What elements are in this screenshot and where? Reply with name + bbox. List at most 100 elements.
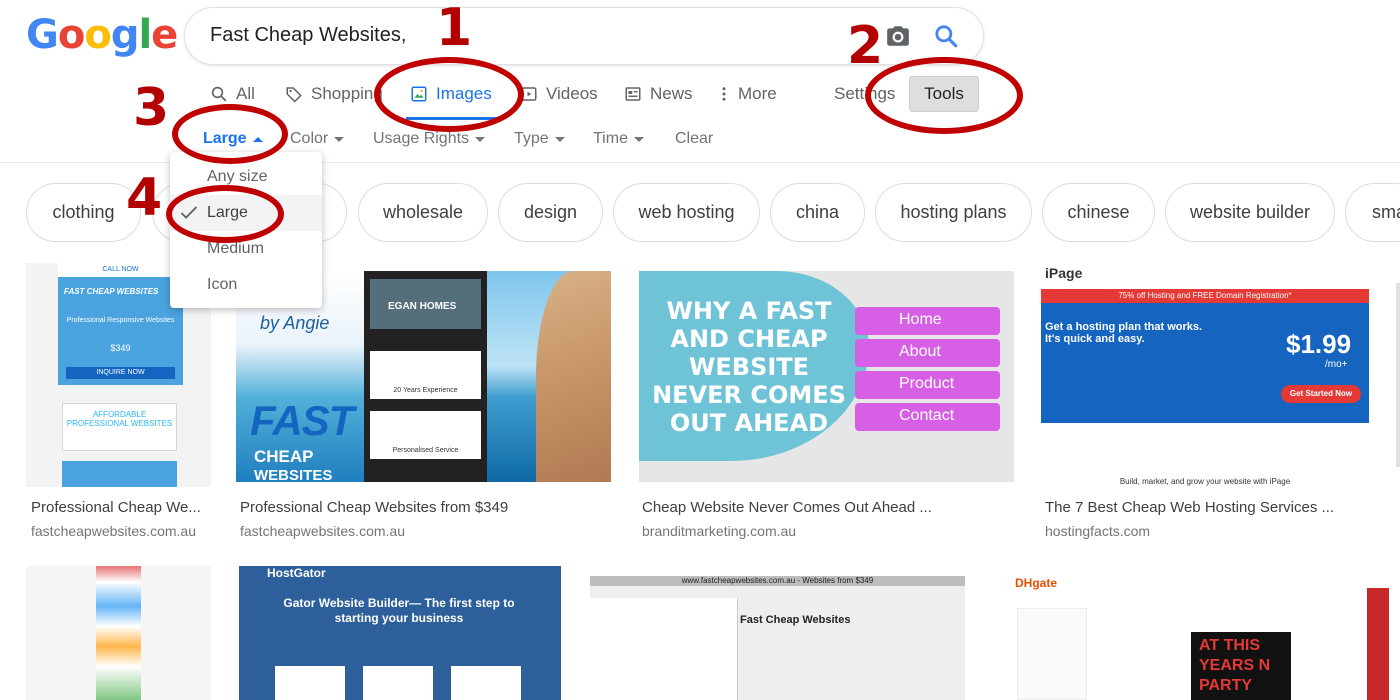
- thumb-footer-block: [62, 461, 177, 487]
- result-site[interactable]: branditmarketing.com.au: [642, 523, 796, 539]
- logo-letter: g: [110, 12, 140, 58]
- thumb-menu-product: Product: [855, 371, 1000, 399]
- filter-usage-label: Usage Rights: [373, 130, 470, 147]
- filter-color[interactable]: Color: [290, 130, 345, 148]
- filter-usage-rights[interactable]: Usage Rights: [373, 130, 486, 148]
- chip-label: design: [523, 202, 578, 222]
- result-image-3[interactable]: WHY A FAST AND CHEAP WEBSITE NEVER COMES…: [639, 271, 1014, 482]
- chip-china[interactable]: china: [770, 183, 865, 242]
- thumb-cta: Get Started Now: [1281, 385, 1361, 403]
- thumb-site-preview: CALL NOW FAST CHEAP WEBSITES Professiona…: [58, 263, 183, 385]
- chip-wholesale[interactable]: wholesale: [358, 183, 488, 242]
- tab-news[interactable]: News: [624, 84, 693, 124]
- thumb-banner: 75% off Hosting and FREE Domain Registra…: [1041, 289, 1369, 303]
- thumb-plan: [275, 666, 345, 700]
- chip-label: china: [795, 202, 840, 222]
- thumb-plan: [451, 666, 521, 700]
- logo-letter: l: [138, 12, 152, 58]
- google-logo[interactable]: Google: [26, 12, 178, 58]
- chip-design[interactable]: design: [498, 183, 603, 242]
- chip-chinese[interactable]: chinese: [1042, 183, 1155, 242]
- result-title[interactable]: The 7 Best Cheap Web Hosting Services ..…: [1045, 499, 1375, 516]
- thumb-cta: INQUIRE NOW: [66, 367, 175, 379]
- result-image-9[interactable]: DHgate AT THIS YEARS N PARTY: [991, 570, 1400, 700]
- result-image-6[interactable]: [26, 566, 211, 700]
- tab-videos-label: Videos: [546, 84, 598, 103]
- chip-label: chinese: [1067, 202, 1130, 222]
- result-site[interactable]: fastcheapwebsites.com.au: [31, 523, 196, 539]
- thumb-price: $1.99: [1286, 329, 1352, 359]
- thumb-url: www.fastcheapwebsites.com.au - Websites …: [590, 576, 965, 586]
- filter-type[interactable]: Type: [514, 130, 565, 148]
- result-image-8[interactable]: www.fastcheapwebsites.com.au - Websites …: [590, 576, 965, 700]
- filter-color-label: Color: [290, 130, 329, 147]
- result-title[interactable]: Cheap Website Never Comes Out Ahead ...: [642, 499, 1012, 516]
- thumb-exp: 20 Years Experience: [370, 351, 481, 399]
- tab-all-label: All: [236, 84, 255, 103]
- thumb-menu-about: About: [855, 339, 1000, 367]
- filter-time[interactable]: Time: [593, 130, 644, 148]
- thumb-menu-home: Home: [855, 307, 1000, 335]
- filter-time-label: Time: [593, 130, 628, 147]
- thumb-headline: Gator Website Builder— The first step to…: [283, 596, 515, 625]
- chip-web-hosting[interactable]: web hosting: [613, 183, 760, 242]
- annotation-ring-3: [172, 104, 288, 164]
- annotation-number-3: 3: [133, 78, 170, 138]
- logo-letter: o: [84, 12, 112, 58]
- annotation-number-1: 1: [436, 0, 473, 58]
- tab-videos[interactable]: Videos: [520, 84, 598, 124]
- chip-label: clothing: [52, 202, 115, 222]
- chip-clothing[interactable]: clothing: [26, 183, 141, 242]
- tab-more[interactable]: More: [718, 84, 777, 124]
- filter-clear[interactable]: Clear: [675, 130, 713, 148]
- chip-label: sma: [1372, 202, 1400, 222]
- annotation-number-2: 2: [847, 16, 884, 76]
- size-option-icon[interactable]: Icon: [170, 267, 322, 303]
- annotation-ring-2: [865, 57, 1023, 134]
- thumb-menu-contact: Contact: [855, 403, 1000, 431]
- logo-letter: o: [57, 12, 86, 58]
- result-title[interactable]: Professional Cheap Websites from $349: [240, 499, 610, 516]
- thumb-phone: EGAN HOMES 20 Years Experience Personali…: [364, 271, 487, 482]
- chip-partial[interactable]: sma: [1345, 183, 1400, 242]
- annotation-number-4: 4: [126, 168, 163, 228]
- thumb-brand: iPage: [1045, 265, 1083, 281]
- thumb-fast: FAST: [250, 397, 354, 444]
- thumb-plan: [363, 666, 433, 700]
- tab-news-label: News: [650, 84, 693, 103]
- thumb-brand: FAST CHEAP WEBSITES: [64, 287, 159, 296]
- thumb-long-page: [96, 566, 141, 700]
- result-title[interactable]: Professional Cheap We...: [31, 499, 209, 516]
- news-icon: [625, 87, 641, 101]
- tag-icon: [286, 87, 302, 103]
- thumb-sidebar: [1017, 608, 1087, 700]
- caret-down-icon: [554, 136, 565, 142]
- result-site[interactable]: hostingfacts.com: [1045, 523, 1150, 539]
- logo-letter: G: [26, 12, 59, 58]
- result-image-5-partial[interactable]: [1396, 283, 1400, 467]
- result-image-4[interactable]: iPage 75% off Hosting and FREE Domain Re…: [1041, 263, 1369, 490]
- thumb-right-strip: [1367, 588, 1389, 700]
- result-site[interactable]: fastcheapwebsites.com.au: [240, 523, 405, 539]
- caret-down-icon: [334, 136, 345, 142]
- search-input[interactable]: Fast Cheap Websites,: [210, 24, 406, 47]
- thumb-price: $349: [110, 343, 131, 353]
- thumb-footer: Build, market, and grow your website wit…: [1119, 477, 1291, 486]
- search-icon[interactable]: [933, 23, 959, 49]
- chip-label: web hosting: [638, 202, 735, 222]
- thumb-call-now: CALL NOW: [58, 263, 183, 277]
- thumb-person: [536, 271, 611, 482]
- tab-more-label: More: [738, 84, 777, 103]
- thumb-cheap: CHEAP: [254, 447, 314, 466]
- search-icon: [211, 86, 227, 102]
- thumb-badge: AFFORDABLE PROFESSIONAL WEBSITES: [62, 403, 177, 451]
- tab-shopping[interactable]: Shopping: [285, 84, 383, 124]
- result-image-7[interactable]: HostGator Gator Website Builder— The fir…: [239, 566, 561, 700]
- caret-down-icon: [633, 136, 644, 142]
- thumb-hero: Get a hosting plan that works. It's quic…: [1041, 303, 1369, 423]
- chip-website-builder[interactable]: website builder: [1165, 183, 1335, 242]
- thumb-by: by Angie: [260, 313, 330, 333]
- camera-icon[interactable]: [885, 23, 911, 49]
- chip-hosting-plans[interactable]: hosting plans: [875, 183, 1032, 242]
- thumb-editor: [590, 598, 738, 700]
